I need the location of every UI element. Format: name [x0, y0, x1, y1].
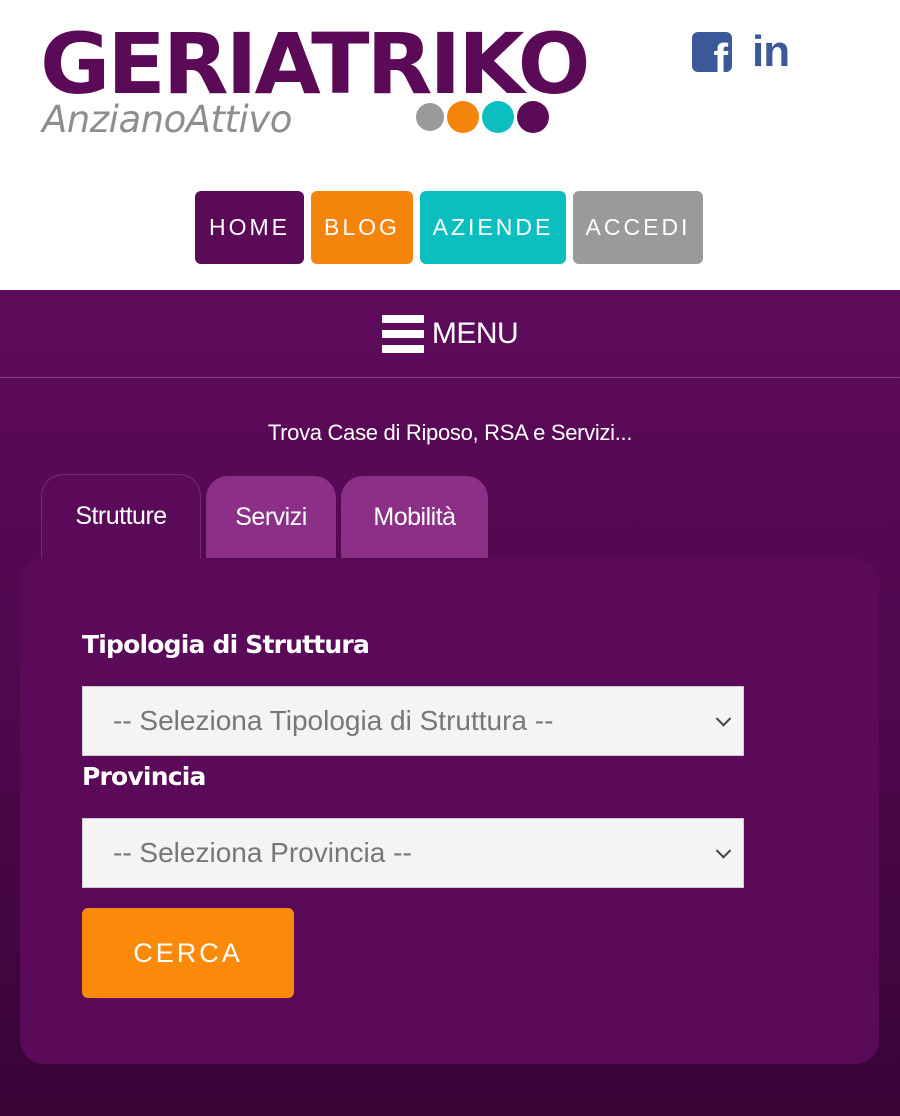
menu-label: MENU	[431, 316, 519, 350]
nav-aziende-button[interactable]: AZIENDE	[420, 191, 566, 264]
provincia-label: Provincia	[82, 762, 206, 791]
site-logo[interactable]: GERIATRIKO AnzianoAttivo	[40, 22, 591, 142]
logo-dot-teal	[482, 101, 514, 133]
search-panel: Tipologia di Struttura -- Seleziona Tipo…	[20, 558, 879, 1064]
logo-dot-orange	[447, 101, 479, 133]
top-nav: HOME BLOG AZIENDE ACCEDI	[195, 191, 703, 264]
provincia-select-value: -- Seleziona Provincia --	[113, 837, 412, 868]
site-header: GERIATRIKO AnzianoAttivo f in HOME BLOG …	[0, 0, 900, 290]
facebook-icon[interactable]: f	[692, 32, 732, 72]
nav-home-button[interactable]: HOME	[195, 191, 304, 264]
tipologia-select[interactable]: -- Seleziona Tipologia di Struttura --	[82, 686, 744, 756]
chevron-down-icon	[715, 843, 732, 859]
cerca-button[interactable]: CERCA	[82, 908, 294, 998]
social-links: f in	[692, 30, 790, 74]
logo-dots	[416, 101, 549, 133]
chevron-down-icon	[715, 711, 732, 727]
logo-dot-grey	[416, 103, 444, 131]
search-section: MENU Trova Case di Riposo, RSA e Servizi…	[0, 290, 900, 1116]
search-tagline: Trova Case di Riposo, RSA e Servizi...	[267, 420, 633, 445]
tipologia-select-value: -- Seleziona Tipologia di Struttura --	[113, 705, 554, 736]
linkedin-icon[interactable]: in	[752, 30, 790, 74]
logo-tagline: AnzianoAttivo	[42, 98, 292, 141]
tab-servizi[interactable]: Servizi	[206, 476, 336, 560]
tab-mobilita[interactable]: Mobilità	[341, 476, 488, 560]
menu-toggle[interactable]: MENU	[0, 290, 900, 378]
tipologia-label: Tipologia di Struttura	[82, 630, 370, 659]
search-tabs: Strutture Servizi Mobilità	[41, 474, 488, 560]
nav-accedi-button[interactable]: ACCEDI	[573, 191, 703, 264]
provincia-select[interactable]: -- Seleziona Provincia --	[82, 818, 744, 888]
tab-strutture[interactable]: Strutture	[41, 474, 201, 560]
logo-dot-purple	[517, 101, 549, 133]
nav-blog-button[interactable]: BLOG	[311, 191, 413, 264]
hamburger-icon	[381, 313, 424, 355]
logo-wordmark: GERIATRIKO	[40, 15, 591, 113]
